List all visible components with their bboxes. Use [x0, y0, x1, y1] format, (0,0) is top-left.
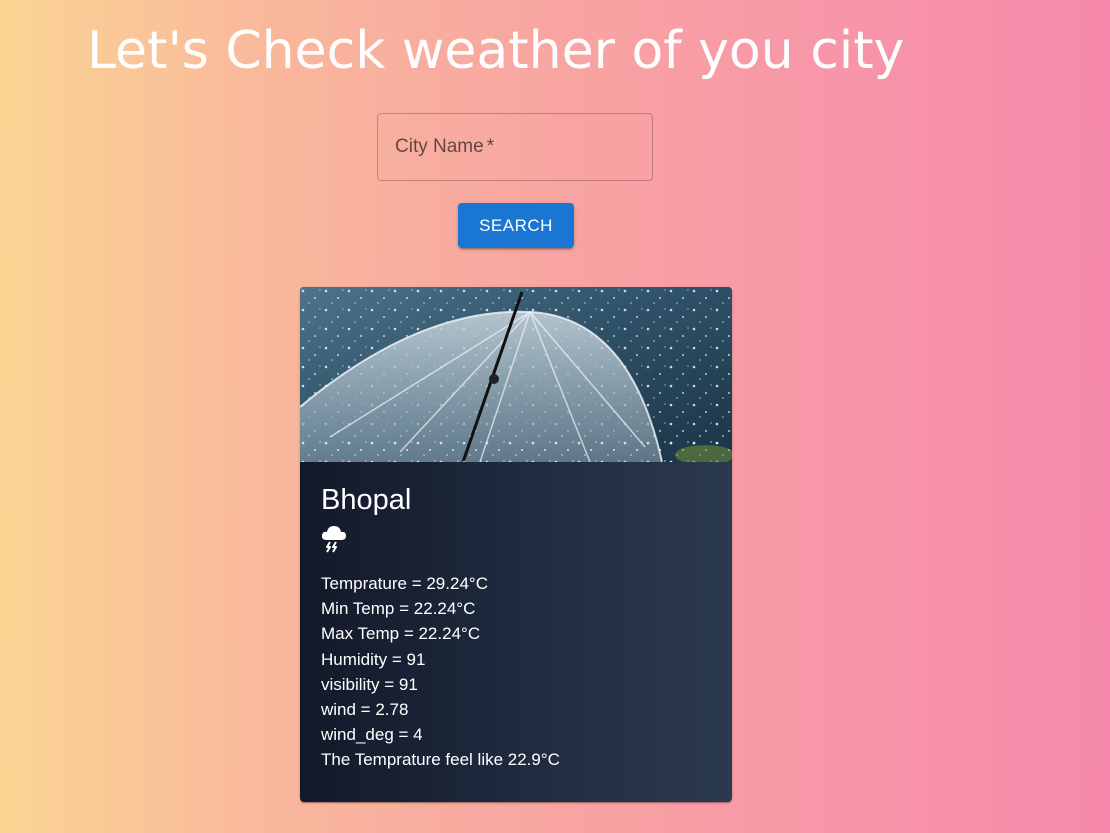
page-title: Let's Check weather of you city [87, 21, 905, 81]
wind-deg-text: wind_deg = 4 [321, 725, 423, 745]
search-button[interactable]: SEARCH [458, 203, 574, 248]
wind-text: wind = 2.78 [321, 700, 409, 720]
rain-umbrella-image [300, 287, 732, 462]
city-name-field[interactable]: City Name * [377, 113, 653, 181]
min-temp-text: Min Temp = 22.24°C [321, 599, 476, 619]
humidity-text: Humidity = 91 [321, 649, 426, 669]
city-name: Bhopal [321, 484, 412, 516]
weather-details: Temprature = 29.24°C Min Temp = 22.24°C … [321, 571, 560, 773]
temperature-text: Temprature = 29.24°C [321, 574, 488, 593]
thunderstorm-icon [321, 526, 346, 553]
feels-like-text: The Temprature feel like 22.9°C [321, 750, 560, 770]
city-name-input[interactable] [378, 114, 652, 180]
weather-card: Bhopal Temprature = 29.24°C Min Temp = 2… [300, 287, 732, 802]
max-temp-text: Max Temp = 22.24°C [321, 624, 481, 644]
visibility-text: visibility = 91 [321, 674, 418, 694]
